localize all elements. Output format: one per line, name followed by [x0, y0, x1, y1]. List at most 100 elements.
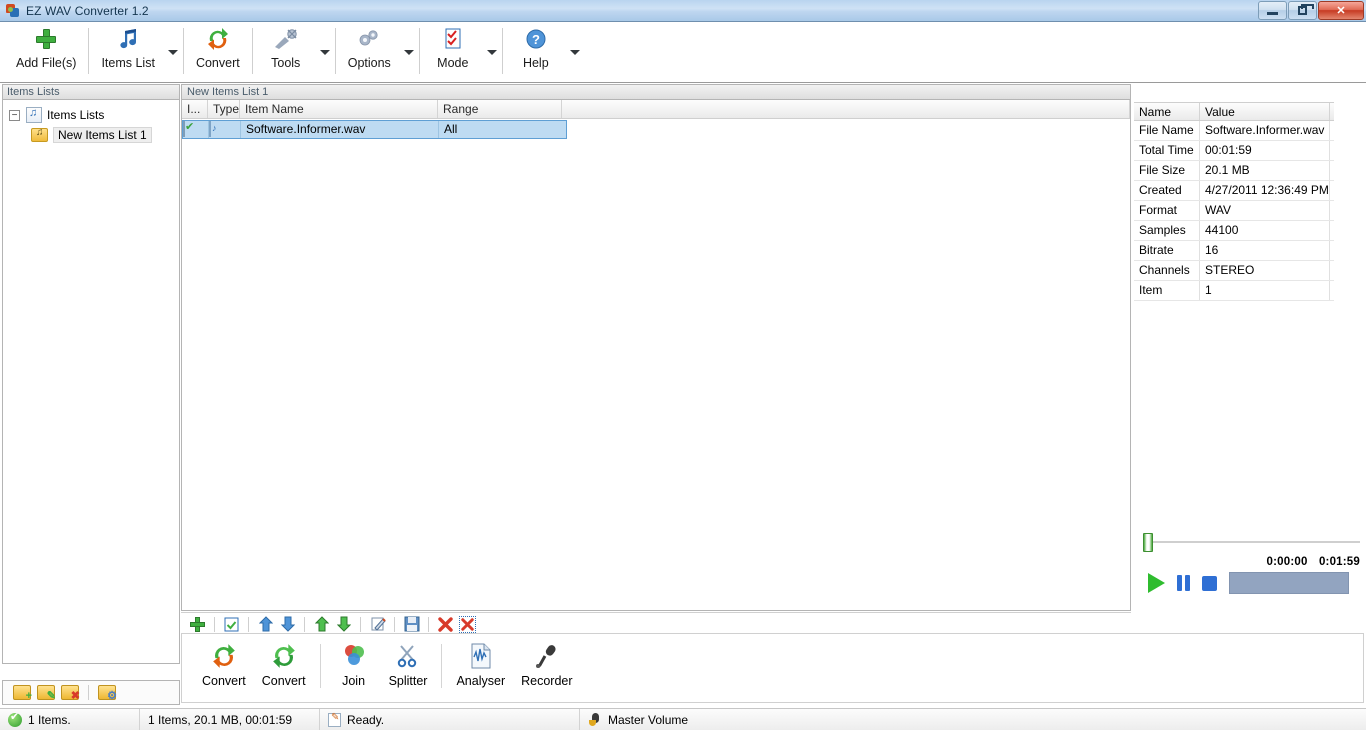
waveform-document-icon — [469, 642, 493, 670]
toolbar-separator — [441, 644, 443, 688]
tools-dropdown[interactable] — [317, 23, 333, 81]
items-list-button[interactable]: Items List — [91, 22, 165, 80]
properties-header-value[interactable]: Value — [1200, 103, 1330, 120]
recorder-button[interactable]: Recorder — [513, 634, 580, 696]
toolbar-separator — [88, 28, 90, 74]
column-header-type[interactable]: Type — [208, 100, 240, 118]
red-x-icon[interactable] — [437, 616, 454, 633]
properties-grid[interactable]: Name Value File Name Software.Informer.wa… — [1134, 102, 1334, 301]
items-grid-toolbar — [181, 612, 1131, 635]
property-value: 00:01:59 — [1200, 141, 1330, 160]
recorder-label: Recorder — [521, 674, 573, 688]
floppy-save-icon[interactable] — [403, 616, 420, 633]
table-row[interactable]: Software.Informer.wav All — [182, 120, 567, 139]
checkbox-icon[interactable] — [223, 616, 240, 633]
tree-node-new-items-list-1[interactable]: New Items List 1 — [3, 125, 179, 145]
property-name: Item — [1134, 281, 1200, 300]
microphone-icon — [534, 642, 560, 670]
column-header-blank — [562, 100, 1130, 118]
options-label: Options — [347, 56, 391, 70]
folder-settings-icon[interactable]: ⚙ — [98, 685, 117, 702]
play-triangle-icon[interactable] — [1148, 573, 1165, 593]
convert-arrows-icon — [206, 26, 230, 52]
convert-button-1[interactable]: Convert — [194, 634, 254, 696]
property-value: Software.Informer.wav — [1200, 121, 1330, 140]
convert-arrows-icon — [211, 642, 237, 670]
convert-button[interactable]: Convert — [186, 22, 250, 80]
green-up-arrow-icon[interactable] — [313, 616, 330, 633]
convert-button-2[interactable]: Convert — [254, 634, 314, 696]
toolbar-separator — [418, 28, 420, 74]
red-x-boxed-icon[interactable] — [459, 615, 476, 633]
property-value: 4/27/2011 12:36:49 PM — [1200, 181, 1330, 200]
tools-label: Tools — [271, 56, 301, 70]
status-bar: 1 Items. 1 Items, 20.1 MB, 00:01:59 Read… — [0, 708, 1366, 730]
column-header-item-name[interactable]: Item Name — [240, 100, 438, 118]
table-row: Bitrate 16 — [1134, 241, 1334, 261]
restore-button[interactable] — [1288, 1, 1317, 20]
total-time: 0:01:59 — [1318, 556, 1360, 568]
stop-square-icon[interactable] — [1202, 575, 1217, 591]
mode-button[interactable]: Mode — [422, 22, 484, 80]
items-lists-tree[interactable]: − Items Lists New Items List 1 — [2, 99, 180, 664]
property-name: Samples — [1134, 221, 1200, 240]
folder-add-icon[interactable]: + — [13, 685, 32, 702]
folder-delete-icon[interactable]: ✖ — [61, 685, 80, 702]
folder-edit-icon[interactable]: ✎ — [37, 685, 56, 702]
row-checkbox-cell[interactable] — [183, 121, 209, 138]
blue-down-arrow-icon[interactable] — [279, 616, 296, 633]
property-value: 1 — [1200, 281, 1330, 300]
green-plus-icon[interactable] — [189, 616, 206, 633]
close-button[interactable]: ✕ — [1318, 1, 1364, 20]
green-down-arrow-icon[interactable] — [335, 616, 352, 633]
transport-controls — [1138, 572, 1364, 594]
table-row: Format WAV — [1134, 201, 1334, 221]
svg-text:?: ? — [532, 32, 540, 47]
toolbar-separator — [214, 616, 215, 632]
join-label: Join — [342, 674, 366, 688]
add-files-button[interactable]: Add File(s) — [6, 22, 86, 80]
folder-settings-badge: ⚙ — [107, 690, 117, 702]
seek-slider[interactable] — [1138, 532, 1364, 552]
tools-button[interactable]: Tools — [255, 22, 317, 80]
splitter-button[interactable]: Splitter — [381, 634, 436, 696]
blue-up-arrow-icon[interactable] — [257, 616, 274, 633]
seek-thumb[interactable] — [1143, 533, 1153, 552]
column-header-included[interactable]: I... — [182, 100, 208, 118]
toolbar-separator — [394, 616, 395, 632]
status-items-text: 1 Items. — [28, 712, 71, 727]
items-list-label: Items List — [101, 56, 155, 70]
options-dropdown[interactable] — [401, 23, 417, 81]
toolbar-separator — [360, 616, 361, 632]
items-grid-tab-label: New Items List 1 — [181, 84, 1131, 99]
property-value: STEREO — [1200, 261, 1330, 280]
help-button[interactable]: ? Help — [505, 22, 567, 80]
playback-progress-bar[interactable] — [1229, 572, 1349, 594]
properties-header-name[interactable]: Name — [1134, 103, 1200, 120]
window-controls: ✕ — [1258, 1, 1364, 20]
items-list-dropdown[interactable] — [165, 23, 181, 81]
convert-1-label: Convert — [202, 674, 246, 688]
tree-node-root[interactable]: − Items Lists — [3, 105, 179, 125]
minimize-button[interactable] — [1258, 1, 1287, 20]
column-header-range[interactable]: Range — [438, 100, 562, 118]
row-range: All — [444, 122, 458, 136]
analyser-button[interactable]: Analyser — [448, 634, 513, 696]
mode-dropdown[interactable] — [484, 23, 500, 81]
help-dropdown[interactable] — [567, 23, 583, 81]
checkbox-icon[interactable] — [183, 121, 185, 137]
status-cell-volume[interactable]: Master Volume — [580, 709, 1366, 730]
items-grid[interactable]: I... Type Item Name Range Software.Infor… — [181, 99, 1131, 611]
scissors-icon — [395, 642, 421, 670]
edit-pencil-icon[interactable] — [369, 616, 386, 633]
join-button[interactable]: Join — [327, 634, 381, 696]
toolbar-separator — [88, 685, 89, 700]
options-button[interactable]: Options — [338, 22, 401, 80]
pause-bars-icon[interactable] — [1177, 575, 1190, 591]
green-plus-icon — [36, 26, 57, 52]
tree-node-root-label: Items Lists — [47, 108, 105, 122]
collapse-icon[interactable]: − — [9, 109, 20, 121]
chevron-down-icon — [167, 49, 178, 55]
microphone-icon — [588, 712, 602, 727]
row-type-cell — [209, 121, 241, 138]
